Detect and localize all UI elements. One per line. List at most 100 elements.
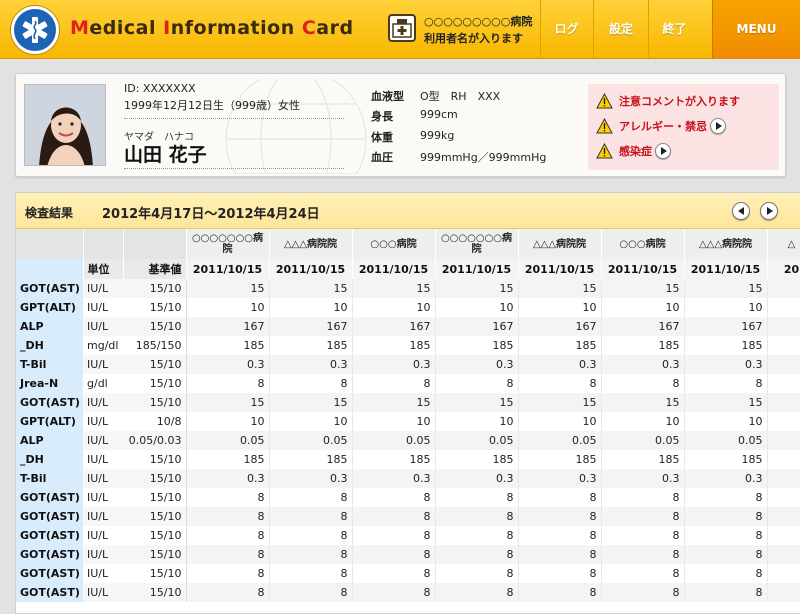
height-value: 999cm: [420, 108, 458, 121]
hospital-column-header[interactable]: ○○○病院: [601, 229, 685, 259]
test-value-cell: 185: [435, 336, 519, 355]
test-item-name: GOT(AST): [16, 526, 83, 545]
patient-dob: 1999年12月12日生（999歳）女性: [124, 99, 300, 112]
test-value-cell: 8: [186, 526, 270, 545]
test-value-cell: 15: [601, 393, 685, 412]
hospital-column-header[interactable]: ○○○○○○○病院: [186, 229, 270, 259]
test-item-name: _DH: [16, 336, 83, 355]
test-value-cell: 8: [269, 507, 353, 526]
test-value-cell-overflow: [767, 317, 800, 336]
alert-allergy[interactable]: アレルギー・禁忌: [596, 116, 726, 136]
arrow-right-icon[interactable]: [710, 118, 726, 134]
test-value-cell: 8: [269, 564, 353, 583]
test-value-cell-overflow: [767, 393, 800, 412]
hospital-column-header[interactable]: ○○○病院: [352, 229, 436, 259]
test-unit: IU/L: [83, 564, 123, 583]
test-value-cell: 8: [518, 526, 602, 545]
test-value-cell-overflow: [767, 431, 800, 450]
menu-button[interactable]: MENU: [712, 0, 800, 59]
test-value-cell: 8: [601, 507, 685, 526]
test-value-cell: 185: [684, 336, 768, 355]
test-value-cell: 10: [435, 298, 519, 317]
test-value-cell: 8: [518, 488, 602, 507]
test-value-cell: 185: [352, 336, 436, 355]
test-value-cell: 10: [518, 298, 602, 317]
test-value-cell: 185: [186, 336, 270, 355]
blood-type-value: O型 RH XXX: [420, 90, 501, 103]
table-row: GPT(ALT) IU/L 15/10 10 10 10 10 10 10 10: [16, 298, 800, 317]
test-value-cell: 0.3: [352, 469, 436, 488]
test-value-cell: 8: [435, 488, 519, 507]
date-column-header: 2011/10/15: [435, 259, 519, 279]
test-unit: IU/L: [83, 545, 123, 564]
test-value-cell: 185: [269, 336, 353, 355]
test-unit: IU/L: [83, 393, 123, 412]
test-value-cell-overflow: [767, 526, 800, 545]
item-header: [16, 259, 84, 279]
table-row: GOT(AST) IU/L 15/10 8 8 8 8 8 8 8: [16, 545, 800, 564]
hospital-column-header[interactable]: △△△病院院: [518, 229, 602, 259]
date-header-row: 単位 基準値 2011/10/15 2011/10/15 2011/10/15 …: [16, 259, 800, 279]
test-value-cell: 185: [269, 450, 353, 469]
test-value-cell: 8: [518, 564, 602, 583]
test-value-cell: 8: [518, 374, 602, 393]
test-value-cell: 15: [601, 279, 685, 298]
test-value-cell: 8: [269, 374, 353, 393]
test-value-cell: 0.3: [352, 355, 436, 374]
header-blank: [83, 229, 124, 259]
test-reference-value: 15/10: [123, 355, 187, 374]
test-item-name: ALP: [16, 317, 83, 336]
table-row: ALP IU/L 0.05/0.03 0.05 0.05 0.05 0.05 0.05 0.05…: [16, 431, 800, 450]
test-item-name: GOT(AST): [16, 507, 83, 526]
test-item-name: GOT(AST): [16, 583, 83, 602]
test-reference-value: 15/10: [123, 469, 187, 488]
test-value-cell: 8: [601, 564, 685, 583]
nav-log-button[interactable]: ログ: [540, 0, 592, 59]
test-unit: IU/L: [83, 507, 123, 526]
blood-pressure-value: 999mmHg／999mmHg: [420, 151, 547, 164]
test-value-cell: 15: [186, 393, 270, 412]
results-table: ○○○○○○○病院 △△△病院院 ○○○病院 ○○○○○○○病院 △△△病院院 …: [16, 229, 800, 602]
hospital-column-header[interactable]: ○○○○○○○病院: [435, 229, 519, 259]
hospital-header-row: ○○○○○○○病院 △△△病院院 ○○○病院 ○○○○○○○病院 △△△病院院 …: [16, 229, 800, 259]
results-body: GOT(AST) IU/L 15/10 15 15 15 15 15 15 15 GPT(ALT) I…: [16, 279, 800, 602]
test-value-cell: 10: [269, 298, 353, 317]
alert-text: 注意コメントが入ります: [619, 95, 740, 108]
test-value-cell: 0.3: [435, 355, 519, 374]
test-reference-value: 0.05/0.03: [123, 431, 187, 450]
weight-value: 999kg: [420, 129, 455, 142]
warning-icon: [596, 143, 613, 159]
test-reference-value: 15/10: [123, 545, 187, 564]
test-value-cell-overflow: [767, 469, 800, 488]
star-of-life-logo-icon[interactable]: [11, 6, 59, 54]
test-reference-value: 15/10: [123, 564, 187, 583]
test-value-cell: 8: [684, 583, 768, 602]
test-value-cell: 0.3: [186, 355, 270, 374]
test-value-cell: 8: [601, 374, 685, 393]
table-row: _DH mg/dl 185/150 185 185 185 185 185 185 185: [16, 336, 800, 355]
nav-settings-button[interactable]: 設定: [593, 0, 648, 59]
test-value-cell: 0.3: [684, 355, 768, 374]
test-value-cell: 0.05: [684, 431, 768, 450]
hospital-column-header[interactable]: △△△病院院: [269, 229, 353, 259]
test-value-cell: 8: [352, 583, 436, 602]
prev-page-button[interactable]: [732, 202, 750, 220]
hospital-column-header[interactable]: △: [767, 229, 800, 259]
test-value-cell: 10: [186, 412, 270, 431]
test-value-cell: 185: [186, 450, 270, 469]
test-reference-value: 15/10: [123, 488, 187, 507]
date-column-header: 20: [767, 259, 800, 279]
test-value-cell: 8: [352, 545, 436, 564]
next-page-button[interactable]: [760, 202, 778, 220]
nav-exit-button[interactable]: 終了: [648, 0, 700, 59]
test-reference-value: 15/10: [123, 526, 187, 545]
hospital-column-header[interactable]: △△△病院院: [684, 229, 768, 259]
arrow-right-icon[interactable]: [655, 143, 671, 159]
divider: [124, 168, 344, 169]
alert-infection[interactable]: 感染症: [596, 141, 671, 161]
test-value-cell: 0.3: [269, 355, 353, 374]
test-unit: IU/L: [83, 279, 123, 298]
test-value-cell: 8: [435, 545, 519, 564]
alert-caution-comment: 注意コメントが入ります: [596, 91, 740, 111]
unit-header: 単位: [83, 259, 124, 279]
